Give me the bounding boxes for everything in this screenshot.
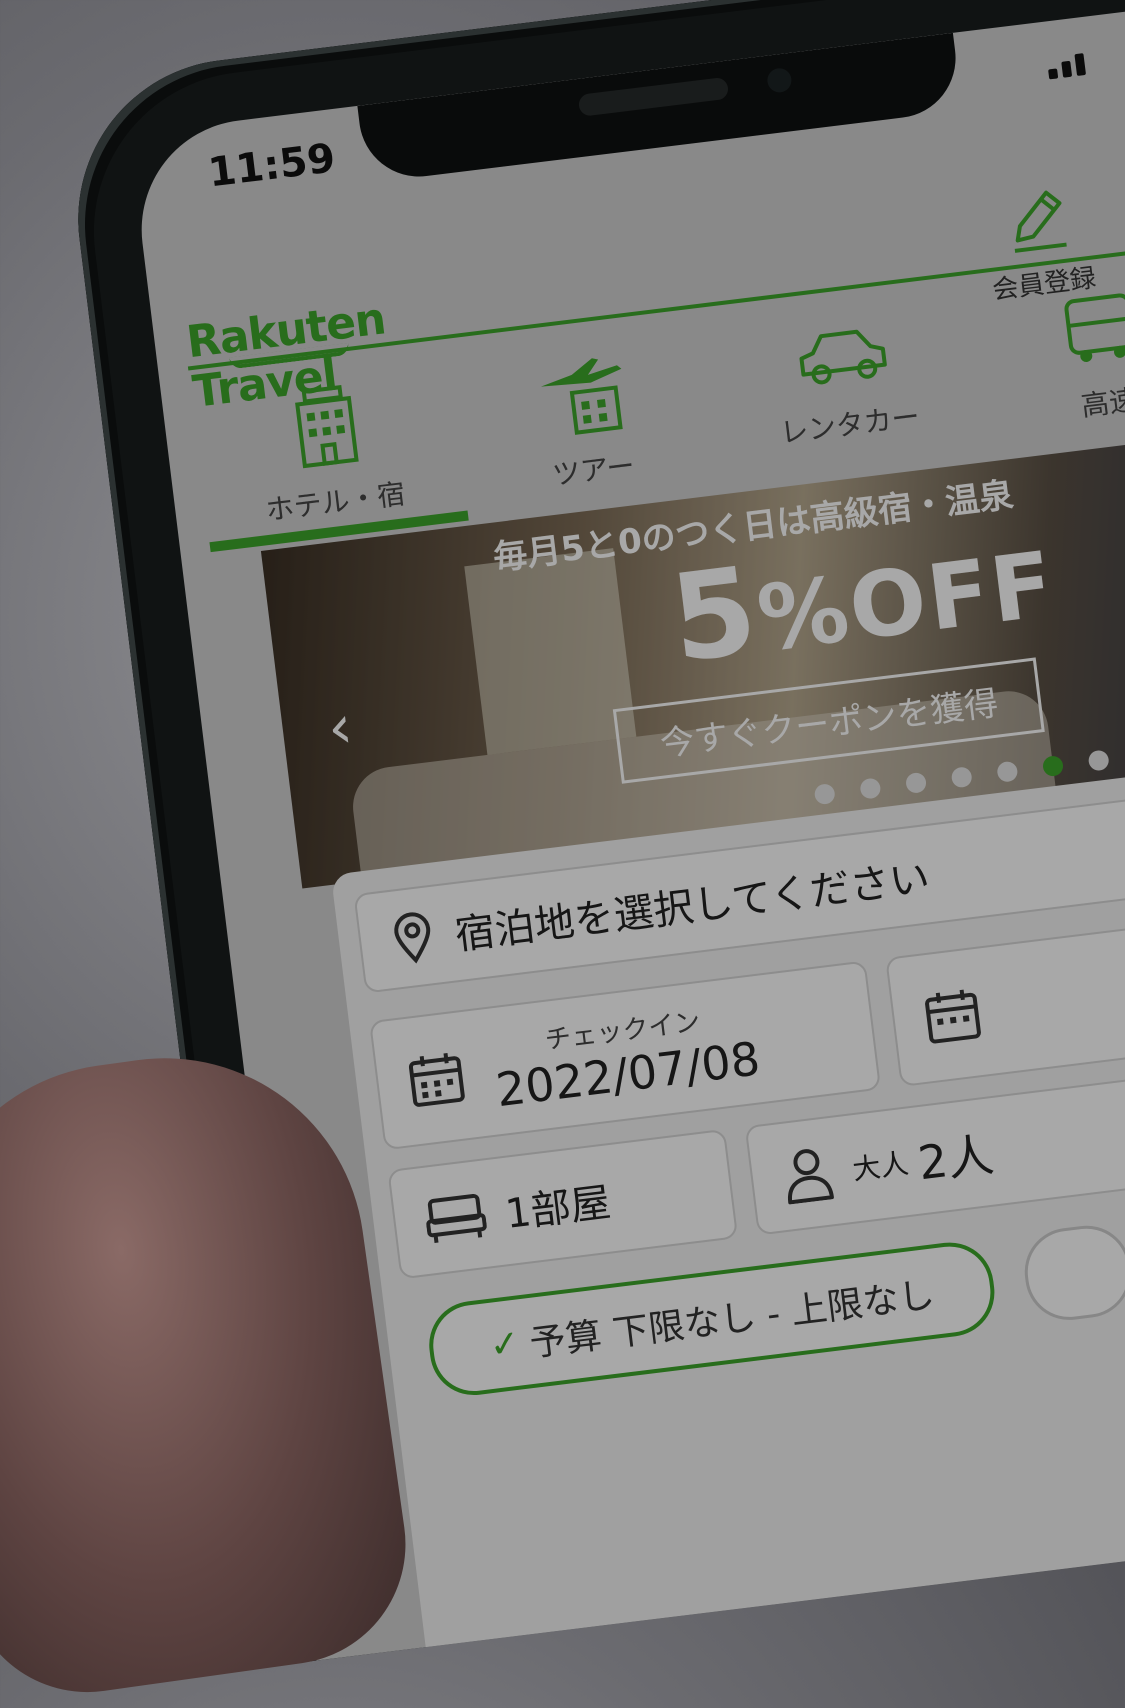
carousel-dot[interactable] [813, 782, 836, 806]
calendar-icon [925, 989, 981, 1044]
nav-tab-rental-car[interactable]: レンタカー [705, 278, 985, 488]
search-form: 宿泊地を選択してください チェックイン 2022/07/08 1部屋 大人 2人… [330, 748, 1125, 1661]
rooms-field[interactable]: 1部屋 [387, 1128, 739, 1280]
location-pin-icon [394, 912, 431, 964]
carousel-dot[interactable] [859, 777, 882, 800]
nav-tab-bus[interactable]: 高速 [963, 247, 1125, 457]
bus-icon [1064, 293, 1125, 362]
nav-tab-hotel-label: ホテル・宿 [263, 477, 407, 527]
carousel-dot-active[interactable] [1041, 754, 1065, 778]
hotel-icon [295, 384, 359, 469]
tour-icon [540, 358, 623, 435]
banner-discount-pct: %OFF [752, 532, 1061, 673]
carousel-dot[interactable] [996, 760, 1019, 783]
banner-photo-window [464, 548, 637, 755]
nav-tab-hotel[interactable]: ホテル・宿 [188, 341, 469, 553]
status-time: 11:59 [205, 135, 338, 197]
budget-label: 予算 下限なし - 上限なし [527, 1274, 937, 1365]
carousel-dot[interactable] [950, 766, 973, 789]
signal-icon [1047, 53, 1087, 80]
nav-tab-bus-label: 高速 [1079, 383, 1125, 423]
bed-icon [426, 1193, 487, 1244]
check-icon: ✓ [487, 1322, 523, 1367]
checkout-date-field[interactable] [885, 899, 1125, 1088]
rooms-value: 1部屋 [502, 1179, 614, 1238]
banner-prev-arrow[interactable]: ‹ [324, 692, 356, 764]
carousel-dot[interactable] [1087, 749, 1110, 772]
nav-tab-rental-car-label: レンタカー [778, 399, 922, 450]
carousel-dot[interactable] [904, 771, 928, 795]
filter-chip[interactable] [1019, 1220, 1125, 1325]
speaker-grille [577, 76, 730, 117]
destination-placeholder: 宿泊地を選択してください [452, 855, 933, 960]
nav-tab-tour[interactable]: ツアー [447, 310, 727, 520]
calendar-icon [408, 1053, 465, 1107]
pencil-icon [1014, 190, 1067, 253]
guests-value: 2人 [915, 1127, 997, 1191]
banner-discount-number: 5 [664, 541, 766, 690]
nav-tab-tour-label: ツアー [550, 448, 637, 492]
front-camera [766, 66, 793, 94]
car-icon [799, 329, 887, 385]
person-icon [788, 1149, 834, 1205]
guests-prefix: 大人 [850, 1146, 911, 1187]
checkin-text: チェックイン 2022/07/08 [489, 994, 763, 1117]
